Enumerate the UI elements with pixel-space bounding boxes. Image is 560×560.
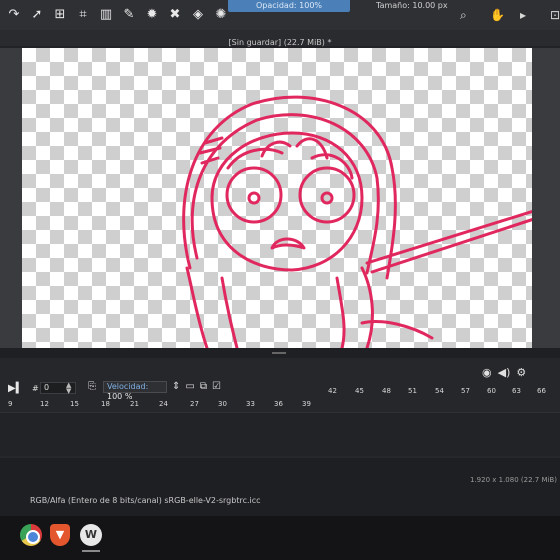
- timeline-tool-icons: ⇕ ▭ ⧉ ☑: [172, 381, 226, 392]
- drawing-canvas[interactable]: [22, 48, 532, 348]
- brave-app-icon[interactable]: ▼: [50, 524, 70, 546]
- speed-label: Velocidad:: [107, 382, 149, 391]
- frame-number-top[interactable]: 51: [408, 387, 417, 395]
- sketch-strokes: [182, 95, 532, 348]
- frame-number-bottom[interactable]: 24: [159, 400, 168, 408]
- frame-number-bottom[interactable]: 18: [101, 400, 110, 408]
- zoom-icon[interactable]: ⌕: [460, 8, 476, 23]
- snap-icon[interactable]: ⊡: [550, 8, 560, 23]
- playback-speed-field[interactable]: Velocidad: 100 %: [103, 381, 167, 401]
- frame-number-top[interactable]: 63: [512, 387, 521, 395]
- chrome-app-icon[interactable]: [20, 524, 42, 546]
- sparkle-icon[interactable]: ✹: [142, 5, 162, 25]
- frame-number-bottom[interactable]: 12: [40, 400, 49, 408]
- audio-controls: ◉ ◀) ⚙: [482, 366, 532, 379]
- frame-number-top[interactable]: 48: [382, 387, 391, 395]
- transform-icon[interactable]: ➚: [27, 5, 47, 25]
- eyedropper-icon[interactable]: ✎: [119, 5, 139, 25]
- play-icon[interactable]: ▶▍: [8, 383, 23, 394]
- speed-value: 100 %: [107, 392, 133, 401]
- active-app-indicator: [82, 550, 100, 552]
- frame-number-bottom[interactable]: 39: [302, 400, 311, 408]
- frame-number-bottom[interactable]: 30: [218, 400, 227, 408]
- timeline-frame-grid[interactable]: [0, 412, 560, 456]
- speed-spinner-icon[interactable]: ⇕: [172, 381, 180, 392]
- frame-number-bottom[interactable]: 27: [190, 400, 199, 408]
- frame-number-bottom[interactable]: 15: [70, 400, 79, 408]
- brush-size-slider[interactable]: Tamaño: 10.00 px: [376, 1, 448, 10]
- settings-icon[interactable]: ⚙: [516, 366, 526, 379]
- frame-number-top[interactable]: 42: [328, 387, 337, 395]
- right-tool-group: ⌕ ✋ ▸ ⊡: [460, 8, 560, 23]
- frame-hash-label: #: [32, 384, 39, 393]
- volume-icon[interactable]: ◀): [498, 366, 511, 379]
- fill-icon[interactable]: ◈: [188, 5, 208, 25]
- mirror-icon[interactable]: ▸: [520, 8, 536, 23]
- color-profile-status: RGB/Alfa (Entero de 8 bits/canal) sRGB-e…: [30, 496, 261, 505]
- crop-icon[interactable]: ⌗: [73, 5, 93, 25]
- image-resolution: 1.920 x 1.080 (22.7 MiB): [470, 476, 557, 484]
- brush-icon[interactable]: ✖: [165, 5, 185, 25]
- status-region: [0, 458, 560, 518]
- onion-skin-icon[interactable]: ☑: [212, 381, 221, 392]
- pan-icon[interactable]: ✋: [490, 8, 506, 23]
- opacity-slider[interactable]: Opacidad: 100%: [228, 0, 350, 12]
- frame-number-bottom[interactable]: 36: [274, 400, 283, 408]
- move-icon[interactable]: ⊞: [50, 5, 70, 25]
- frame-number-top[interactable]: 66: [537, 387, 546, 395]
- splitter-grip-icon[interactable]: [272, 352, 286, 354]
- writer-app-icon[interactable]: W: [80, 524, 102, 546]
- frame-icon[interactable]: ▭: [185, 381, 194, 392]
- frame-number-bottom[interactable]: 9: [8, 400, 12, 408]
- frame-number-top[interactable]: 57: [461, 387, 470, 395]
- frame-number-top[interactable]: 54: [435, 387, 444, 395]
- frame-number-bottom[interactable]: 33: [246, 400, 255, 408]
- krita-window: ↷ ➚ ⊞ ⌗ ▥ ✎ ✹ ✖ ◈ ✺ Opacidad: 100% Tamañ…: [0, 0, 560, 560]
- duplicate-frame-icon[interactable]: ⧉: [200, 381, 207, 392]
- audio-wave-icon[interactable]: ◉: [482, 366, 492, 379]
- frame-spinner-icon[interactable]: ▲ ▼: [66, 382, 71, 395]
- frame-number-top[interactable]: 60: [487, 387, 496, 395]
- gradient-icon[interactable]: ▥: [96, 5, 116, 25]
- frame-number-bottom[interactable]: 21: [130, 400, 139, 408]
- document-title: [Sin guardar] (22.7 MiB) *: [228, 38, 332, 47]
- frame-number-top[interactable]: 45: [355, 387, 364, 395]
- redo-icon[interactable]: ↷: [4, 5, 24, 25]
- loop-icon[interactable]: ⎘: [88, 381, 96, 392]
